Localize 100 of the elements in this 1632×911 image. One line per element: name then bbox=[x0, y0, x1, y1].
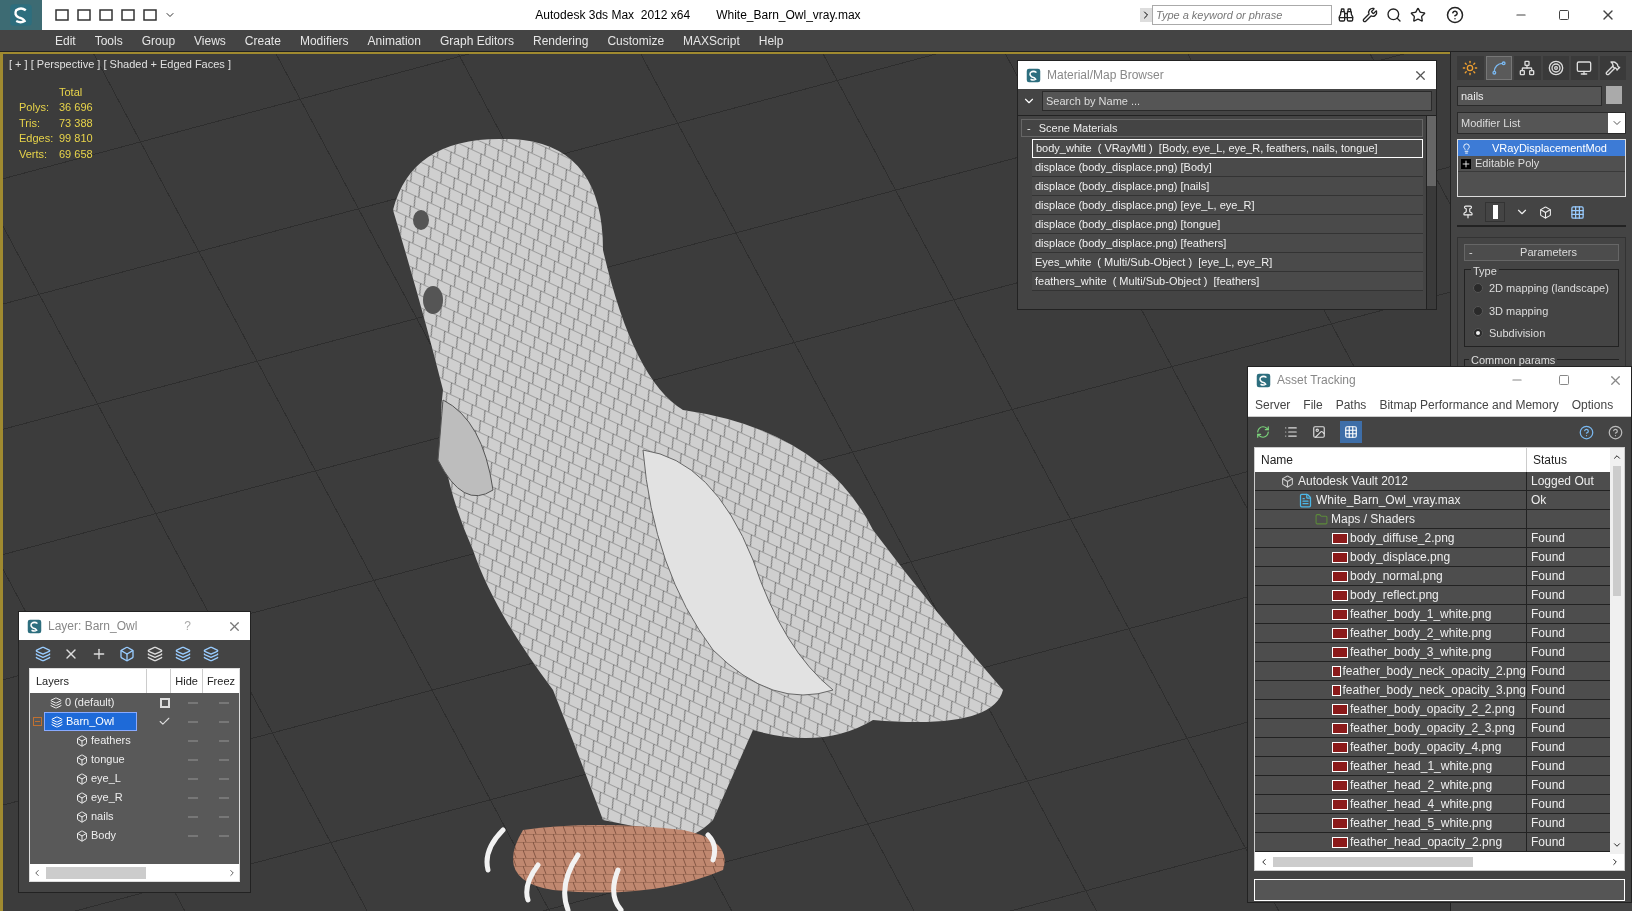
menu-item[interactable]: Group bbox=[141, 31, 176, 50]
asset-name-cell[interactable]: body_displace.png bbox=[1255, 548, 1527, 566]
scrollbar-thumb[interactable] bbox=[1427, 116, 1436, 186]
menu-item[interactable]: Modifiers bbox=[299, 31, 349, 50]
asset-name-cell[interactable]: feather_head_2_white.png bbox=[1255, 776, 1527, 794]
command-panel-tab[interactable] bbox=[1457, 56, 1484, 80]
menu-item[interactable]: Edit bbox=[55, 31, 76, 50]
asset-name-cell[interactable]: feather_head_opacity_2.png bbox=[1255, 833, 1527, 851]
star-icon[interactable] bbox=[1410, 7, 1426, 23]
asset-name-cell[interactable]: feather_body_opacity_2_3.png bbox=[1255, 719, 1527, 737]
object-color-swatch[interactable] bbox=[1606, 86, 1622, 104]
asset-name-cell[interactable]: feather_body_1_white.png bbox=[1255, 605, 1527, 623]
material-item[interactable]: displace (body_displace.png) [tongue] bbox=[1032, 215, 1423, 234]
material-item[interactable]: Eyes_white ( Multi/Sub-Object ) [eye_L, eye_R] bbox=[1032, 253, 1423, 272]
viewport-label[interactable]: [ + ] [ Perspective ] [ Shaded + Edged Faces ] bbox=[9, 58, 231, 70]
asset-name-cell[interactable]: body_reflect.png bbox=[1255, 586, 1527, 604]
asset-name-cell[interactable]: feather_head_5_white.png bbox=[1255, 814, 1527, 832]
menu-item[interactable]: Create bbox=[244, 31, 281, 50]
material-item[interactable]: feathers_white ( Multi/Sub-Object ) [feathers] bbox=[1032, 272, 1423, 291]
thumbnail-icon[interactable] bbox=[1312, 425, 1326, 439]
refresh-icon[interactable] bbox=[1256, 425, 1270, 439]
asset-name-cell[interactable]: feather_body_2_white.png bbox=[1255, 624, 1527, 642]
pin-icon[interactable] bbox=[1461, 205, 1475, 219]
layer-tree-item[interactable]: feathers bbox=[60, 732, 131, 749]
modifier-stack-item[interactable]: Editable Poly bbox=[1458, 156, 1625, 172]
radio-button[interactable] bbox=[1473, 328, 1483, 339]
asset-name-cell[interactable]: body_diffuse_2.png bbox=[1255, 529, 1527, 547]
lightbulb-icon[interactable] bbox=[1461, 142, 1472, 154]
material-item[interactable]: body_white ( VRayMtl ) [Body, eye_L, eye_R, feathers, nails, tongue] bbox=[1032, 139, 1423, 158]
asset-name-cell[interactable]: body_normal.png bbox=[1255, 567, 1527, 585]
menu-item[interactable]: MAXScript bbox=[683, 31, 740, 50]
material-item[interactable]: displace (body_displace.png) [Body] bbox=[1032, 158, 1423, 177]
object-name-field[interactable]: nails bbox=[1457, 86, 1602, 106]
asset-name-cell[interactable]: feather_body_opacity_2_2.png bbox=[1255, 700, 1527, 718]
collapse-toggle-icon[interactable] bbox=[32, 717, 42, 726]
binoculars-icon[interactable] bbox=[1338, 7, 1354, 23]
scroll-left-icon[interactable] bbox=[32, 867, 42, 878]
scroll-right-icon[interactable] bbox=[1610, 857, 1620, 867]
command-panel-tab[interactable] bbox=[1571, 56, 1598, 80]
keyword-search-field[interactable]: Type a keyword or phrase bbox=[1152, 5, 1332, 25]
menu-item[interactable]: Paths bbox=[1335, 395, 1367, 414]
scrollbar-thumb[interactable] bbox=[46, 866, 146, 879]
search-field[interactable]: Search by Name ... bbox=[1042, 91, 1432, 111]
menu-item[interactable]: Rendering bbox=[533, 31, 589, 50]
material-item[interactable]: displace (body_displace.png) [eye_L, eye_R] bbox=[1032, 196, 1423, 215]
asset-name-cell[interactable]: feather_body_3_white.png bbox=[1255, 643, 1527, 661]
help-icon[interactable] bbox=[1446, 6, 1464, 24]
app-logo-icon[interactable] bbox=[27, 618, 42, 634]
asset-name-cell[interactable]: feather_body_neck_opacity_2.png bbox=[1255, 662, 1527, 680]
rollout-header[interactable]: - Parameters bbox=[1464, 244, 1619, 261]
asset-name-cell[interactable]: White_Barn_Owl_vray.max bbox=[1255, 491, 1527, 509]
radio-button[interactable] bbox=[1473, 283, 1483, 294]
menu-item[interactable]: File bbox=[1303, 395, 1323, 414]
vertical-scrollbar[interactable] bbox=[1610, 448, 1624, 854]
modifier-list-dropdown[interactable]: Modifier List bbox=[1457, 112, 1626, 134]
radio-button[interactable] bbox=[1473, 305, 1483, 316]
list-icon[interactable] bbox=[1284, 425, 1298, 439]
scroll-left-icon[interactable] bbox=[1259, 857, 1269, 867]
maximize-icon[interactable] bbox=[1558, 9, 1570, 21]
scrollbar[interactable] bbox=[1426, 116, 1436, 309]
scroll-down-icon[interactable] bbox=[1612, 840, 1622, 850]
menu-item[interactable]: Options bbox=[1571, 395, 1614, 414]
scrollbar-thumb[interactable] bbox=[1273, 857, 1473, 867]
layer-tree-item[interactable]: eye_L bbox=[60, 770, 121, 787]
menu-item[interactable]: Help bbox=[758, 31, 784, 50]
command-panel-tab[interactable] bbox=[1514, 56, 1541, 80]
command-panel-tab[interactable] bbox=[1485, 56, 1513, 80]
configure-sets-icon[interactable] bbox=[1570, 204, 1585, 220]
app-logo-icon[interactable] bbox=[9, 3, 33, 27]
asset-name-cell[interactable]: feather_head_4_white.png bbox=[1255, 795, 1527, 813]
menu-item[interactable]: Views bbox=[194, 31, 226, 50]
path-field[interactable] bbox=[1254, 879, 1625, 901]
layer-tree-item[interactable]: nails bbox=[60, 808, 114, 825]
scroll-up-icon[interactable] bbox=[1612, 452, 1622, 462]
asset-name-cell[interactable]: Autodesk Vault 2012 bbox=[1255, 472, 1527, 490]
app-menu-button[interactable] bbox=[0, 0, 42, 30]
modifier-stack-item[interactable]: VRayDisplacementMod bbox=[1458, 140, 1625, 156]
layer-tree-item[interactable]: eye_R bbox=[60, 789, 123, 806]
layer-tree-item[interactable]: Body bbox=[60, 827, 117, 844]
menu-item[interactable]: Server bbox=[1255, 395, 1291, 414]
search-icon[interactable] bbox=[1386, 7, 1402, 23]
app-logo-icon[interactable] bbox=[1026, 67, 1041, 83]
command-panel-tab[interactable] bbox=[1599, 56, 1627, 80]
menu-item[interactable]: Tools bbox=[94, 31, 123, 50]
checkbox[interactable] bbox=[159, 697, 170, 708]
app-logo-icon[interactable] bbox=[1256, 372, 1271, 388]
asset-name-cell[interactable]: feather_head_1_white.png bbox=[1255, 757, 1527, 775]
material-item[interactable]: displace (body_displace.png) [nails] bbox=[1032, 177, 1423, 196]
column-header[interactable]: Freez bbox=[202, 669, 239, 693]
asset-name-cell[interactable]: feather_body_neck_opacity_3.png bbox=[1255, 681, 1527, 699]
scroll-right-icon[interactable] bbox=[227, 867, 237, 878]
menu-item[interactable]: Customize bbox=[607, 31, 665, 50]
layer-tree-item[interactable]: Barn_Owl bbox=[44, 712, 138, 731]
layer-tree-item[interactable]: tongue bbox=[60, 751, 125, 768]
wrench-icon[interactable] bbox=[1362, 7, 1378, 23]
scrollbar-thumb[interactable] bbox=[1613, 466, 1621, 596]
plus-box-icon[interactable] bbox=[1461, 158, 1471, 169]
command-panel-tab[interactable] bbox=[1542, 56, 1570, 80]
asset-name-cell[interactable]: feather_body_opacity_4.png bbox=[1255, 738, 1527, 756]
column-header[interactable]: Status bbox=[1527, 448, 1574, 472]
